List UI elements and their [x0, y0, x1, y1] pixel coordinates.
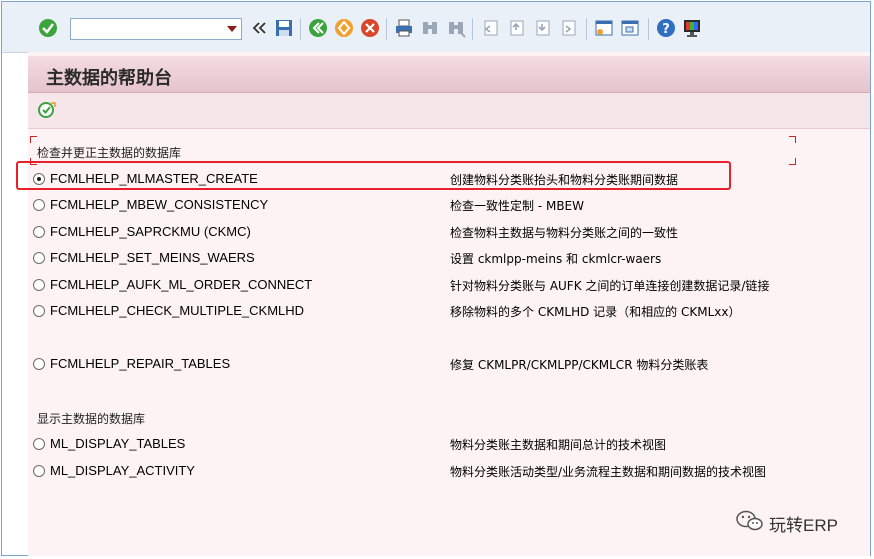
next-page-icon[interactable]: [532, 18, 552, 38]
option-label: FCMLHELP_SAPRCKMU (CKMC): [50, 224, 251, 239]
shortcut-icon[interactable]: [620, 18, 640, 38]
toolbar-separator: [586, 18, 587, 40]
watermark-text: 玩转ERP: [769, 516, 838, 535]
toolbar-separator: [386, 18, 387, 40]
option-label: FCMLHELP_CHECK_MULTIPLE_CKMLHD: [50, 303, 305, 318]
svg-text:?: ?: [662, 22, 670, 37]
cancel-icon[interactable]: [360, 18, 380, 38]
radio-button[interactable]: [33, 252, 45, 264]
application-toolbar: [28, 93, 870, 129]
radio-option[interactable]: FCMLHELP_AUFK_ML_ORDER_CONNECT 针对物料分类账与 …: [33, 275, 833, 295]
radio-option[interactable]: FCMLHELP_SET_MEINS_WAERS 设置 ckmlpp-meins…: [33, 248, 833, 268]
help-icon[interactable]: ?: [656, 18, 676, 38]
option-description: 检查物料主数据与物料分类账之间的一致性: [450, 226, 679, 240]
back-icon[interactable]: [308, 18, 328, 38]
highlight-box: [16, 161, 731, 190]
find-icon[interactable]: [420, 18, 440, 38]
group-frame-corner: [789, 136, 796, 143]
option-label: FCMLHELP_MBEW_CONSISTENCY: [50, 197, 269, 212]
radio-option[interactable]: FCMLHELP_REPAIR_TABLES 修复 CKMLPR/CKMLPP/…: [33, 354, 833, 374]
watermark: 玩转ERP: [735, 508, 838, 536]
group-frame-corner: [789, 158, 796, 165]
save-icon[interactable]: [274, 18, 294, 38]
radio-button[interactable]: [33, 465, 45, 477]
option-description: 设置 ckmlpp-meins 和 ckmlcr-waers: [450, 252, 662, 266]
radio-button[interactable]: [33, 199, 45, 211]
last-page-icon[interactable]: [558, 18, 578, 38]
chevron-down-icon[interactable]: [227, 26, 237, 32]
option-description: 物料分类账活动类型/业务流程主数据和期间数据的技术视图: [450, 465, 767, 479]
wechat-icon: [736, 510, 763, 531]
customize-layout-icon[interactable]: [682, 18, 702, 38]
system-toolbar: ?: [2, 2, 870, 53]
print-icon[interactable]: [394, 18, 414, 38]
title-bar: 主数据的帮助台: [28, 56, 870, 93]
first-page-icon[interactable]: [480, 18, 500, 38]
history-back-icon[interactable]: [250, 18, 270, 38]
toolbar-separator: [300, 18, 301, 40]
radio-option[interactable]: ML_DISPLAY_TABLES 物料分类账主数据和期间总计的技术视图: [33, 434, 833, 454]
group-title: 显示主数据的数据库: [37, 412, 146, 426]
radio-option[interactable]: FCMLHELP_MBEW_CONSISTENCY 检查一致性定制 - MBEW: [33, 195, 833, 215]
option-description: 检查一致性定制 - MBEW: [450, 199, 584, 213]
exit-icon[interactable]: [334, 18, 354, 38]
find-next-icon[interactable]: [446, 18, 466, 38]
option-label: FCMLHELP_AUFK_ML_ORDER_CONNECT: [50, 277, 313, 292]
enter-icon[interactable]: [38, 18, 58, 38]
page-title: 主数据的帮助台: [46, 68, 172, 89]
option-label: FCMLHELP_SET_MEINS_WAERS: [50, 250, 255, 265]
radio-button[interactable]: [33, 226, 45, 238]
radio-option[interactable]: FCMLHELP_SAPRCKMU (CKMC) 检查物料主数据与物料分类账之间…: [33, 222, 833, 242]
option-label: ML_DISPLAY_ACTIVITY: [50, 463, 195, 478]
group-title: 检查并更正主数据的数据库: [37, 146, 182, 160]
option-label: FCMLHELP_REPAIR_TABLES: [50, 356, 231, 371]
execute-icon[interactable]: [37, 100, 57, 120]
radio-button[interactable]: [33, 279, 45, 291]
radio-button[interactable]: [33, 305, 45, 317]
command-field[interactable]: [70, 18, 242, 40]
create-session-icon[interactable]: [594, 18, 614, 38]
option-description: 物料分类账主数据和期间总计的技术视图: [450, 438, 667, 452]
previous-page-icon[interactable]: [506, 18, 526, 38]
option-description: 修复 CKMLPR/CKMLPP/CKMLCR 物料分类账表: [450, 358, 709, 372]
option-description: 针对物料分类账与 AUFK 之间的订单连接创建数据记录/链接: [450, 279, 770, 293]
radio-button[interactable]: [33, 438, 45, 450]
toolbar-separator: [648, 18, 649, 40]
option-description: 移除物料的多个 CKMLHD 记录（和相应的 CKMLxx）: [450, 305, 741, 319]
radio-button[interactable]: [33, 358, 45, 370]
group-frame-corner: [30, 136, 37, 143]
toolbar-separator: [472, 18, 473, 40]
radio-option[interactable]: FCMLHELP_CHECK_MULTIPLE_CKMLHD 移除物料的多个 C…: [33, 301, 833, 321]
option-label: ML_DISPLAY_TABLES: [50, 436, 186, 451]
radio-option[interactable]: ML_DISPLAY_ACTIVITY 物料分类账活动类型/业务流程主数据和期间…: [33, 461, 833, 481]
